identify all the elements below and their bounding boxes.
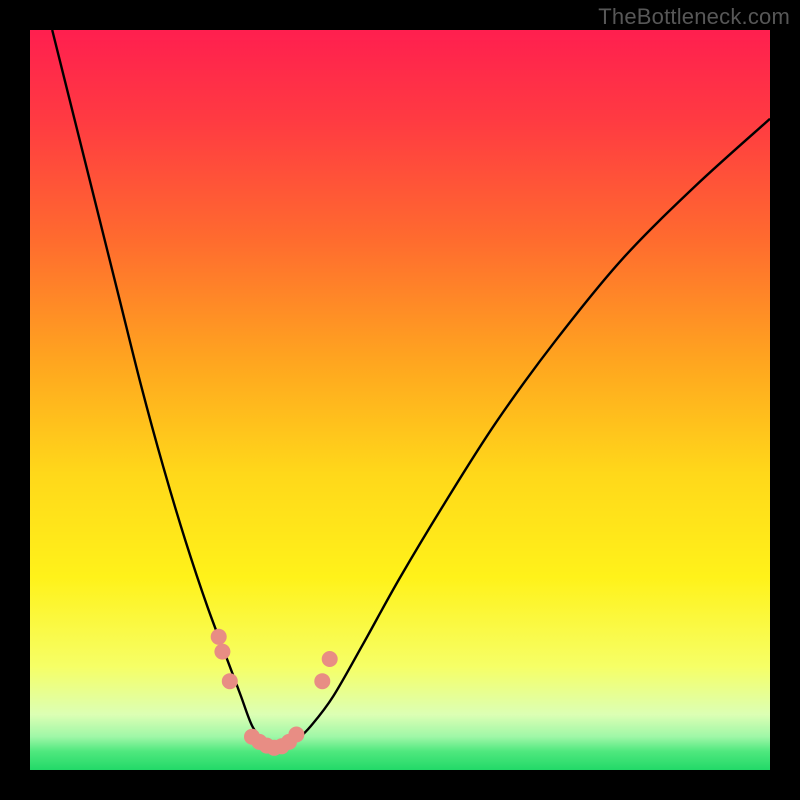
curve-marker [211, 629, 227, 645]
curve-markers [211, 629, 338, 756]
chart-frame: TheBottleneck.com [0, 0, 800, 800]
plot-area [30, 30, 770, 770]
curve-layer [30, 30, 770, 770]
curve-marker [314, 673, 330, 689]
bottleneck-curve [52, 30, 770, 749]
curve-marker [288, 727, 304, 743]
curve-marker [222, 673, 238, 689]
curve-marker [214, 644, 230, 660]
watermark-text: TheBottleneck.com [598, 4, 790, 30]
curve-marker [322, 651, 338, 667]
